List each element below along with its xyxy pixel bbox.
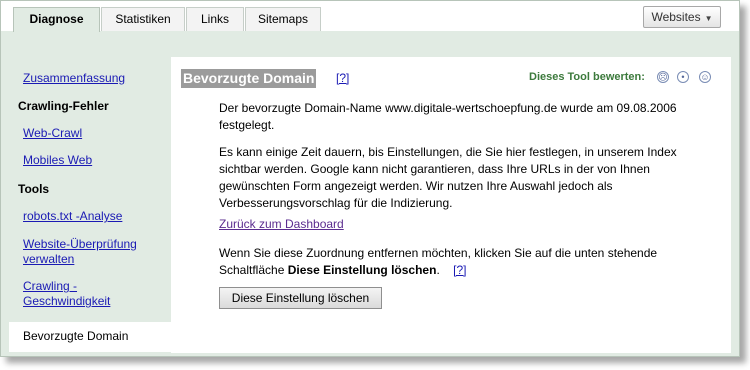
sidebar-heading-crawl-errors: Crawling-Fehler bbox=[18, 99, 109, 113]
tab-sitemaps[interactable]: Sitemaps bbox=[245, 7, 321, 31]
frown-icon[interactable]: ☹ bbox=[657, 71, 669, 83]
main-content: Bevorzugte Domain [?] Dieses Tool bewert… bbox=[171, 57, 731, 353]
sidebar-heading-tools: Tools bbox=[18, 182, 50, 196]
sidebar-item-preferred-domain[interactable]: Bevorzugte Domain bbox=[9, 322, 171, 352]
sidebar-item-summary[interactable]: Zusammenfassung bbox=[23, 71, 163, 86]
remove-instructions-end: . bbox=[436, 263, 440, 277]
help-link-2[interactable]: [?] bbox=[453, 263, 466, 277]
sidebar-item-site-verification[interactable]: Website-Überprüfung verwalten bbox=[23, 237, 148, 267]
websites-dropdown-button[interactable]: Websites ▼ bbox=[643, 6, 721, 28]
tab-diagnose[interactable]: Diagnose bbox=[13, 7, 100, 32]
tab-bar: Diagnose Statistiken Links Sitemaps Webs… bbox=[1, 1, 739, 32]
remove-instructions-text: Wenn Sie diese Zuordnung entfernen möcht… bbox=[219, 245, 709, 279]
help-link[interactable]: [?] bbox=[336, 71, 349, 85]
preferred-domain-status-text: Der bevorzugte Domain-Name www.digitale-… bbox=[219, 101, 677, 132]
chevron-down-icon: ▼ bbox=[704, 14, 713, 23]
page-title: Bevorzugte Domain bbox=[181, 69, 317, 88]
sidebar-item-mobile-web[interactable]: Mobiles Web bbox=[23, 153, 163, 168]
info-paragraph: Es kann einige Zeit dauern, bis Einstell… bbox=[219, 145, 677, 210]
sidebar-item-preferred-domain-label: Bevorzugte Domain bbox=[23, 329, 129, 343]
sidebar-item-web-crawl[interactable]: Web-Crawl bbox=[23, 126, 163, 141]
tab-statistiken[interactable]: Statistiken bbox=[101, 7, 185, 31]
remove-instructions-bold: Diese Einstellung löschen bbox=[287, 263, 437, 277]
sidebar-item-robots-txt[interactable]: robots.txt -Analyse bbox=[23, 209, 163, 224]
smile-icon[interactable]: ☺ bbox=[699, 71, 711, 83]
websites-label: Websites bbox=[651, 10, 701, 24]
delete-setting-button[interactable]: Diese Einstellung löschen bbox=[219, 287, 382, 309]
neutral-face-icon[interactable]: • bbox=[677, 71, 689, 83]
webmaster-tools-window: Diagnose Statistiken Links Sitemaps Webs… bbox=[0, 0, 740, 357]
tab-links[interactable]: Links bbox=[186, 7, 244, 31]
back-to-dashboard-link[interactable]: Zurück zum Dashboard bbox=[219, 217, 344, 231]
sidebar-item-crawl-rate[interactable]: Crawling - Geschwindigkeit bbox=[23, 279, 133, 309]
rate-tool-label: Dieses Tool bewerten: bbox=[529, 71, 645, 83]
